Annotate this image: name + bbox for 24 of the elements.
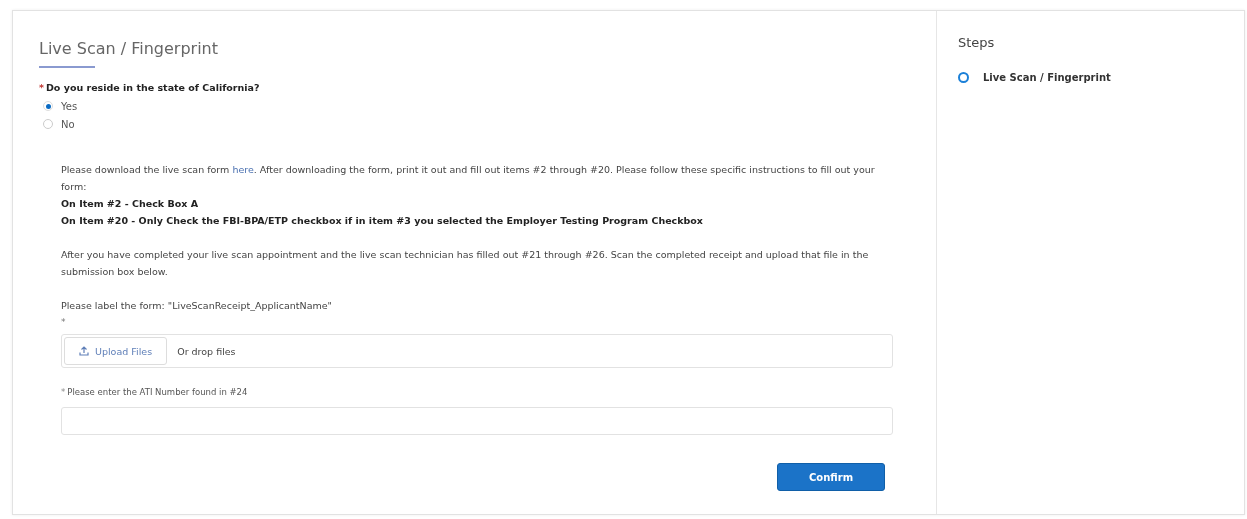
download-link[interactable]: here xyxy=(232,164,254,175)
required-mark: * xyxy=(61,386,66,399)
required-mark: * xyxy=(39,82,44,93)
drop-files-text: Or drop files xyxy=(177,344,236,359)
file-drop-zone[interactable]: Upload Files Or drop files xyxy=(61,334,893,368)
step-label[interactable]: Live Scan / Fingerprint xyxy=(983,72,1111,83)
label-hint: Please label the form: "LiveScanReceipt_ApplicantName" xyxy=(61,299,333,313)
page-title: Live Scan / Fingerprint xyxy=(39,39,218,60)
radio-label: No xyxy=(61,118,75,130)
radio-button[interactable] xyxy=(43,101,53,111)
instructions-paragraph: After you have completed your live scan appointment and the live scan technician has filled out #21 through #26. Scan the completed receipt and upload that file in the submission box below. xyxy=(61,248,870,279)
radio-button[interactable] xyxy=(43,119,53,129)
upload-files-button[interactable]: Upload Files xyxy=(64,337,168,365)
question-label: Do you reside in the state of California? xyxy=(45,82,260,93)
instruction-line: On Item #2 - Check Box A xyxy=(61,197,199,211)
required-mark: * xyxy=(61,316,67,329)
field-label: Please enter the ATI Number found in #24 xyxy=(67,386,248,399)
ati-number-field[interactable] xyxy=(61,407,893,435)
instructions-paragraph: Please download the live scan form here. After downloading the form, print it out and fill out items #2 through #20. Please follow these specific instructions to fill out your form: xyxy=(61,163,876,194)
steps-title: Steps xyxy=(958,35,996,50)
confirm-button[interactable]: Confirm xyxy=(777,463,885,491)
instruction-line: On Item #20 - Only Check the FBI-BPA/ETP checkbox if in item #3 you selected the Employer Testing Program Checkbox xyxy=(61,214,704,228)
radio-label: Yes xyxy=(61,100,78,112)
upload-icon xyxy=(79,346,89,356)
